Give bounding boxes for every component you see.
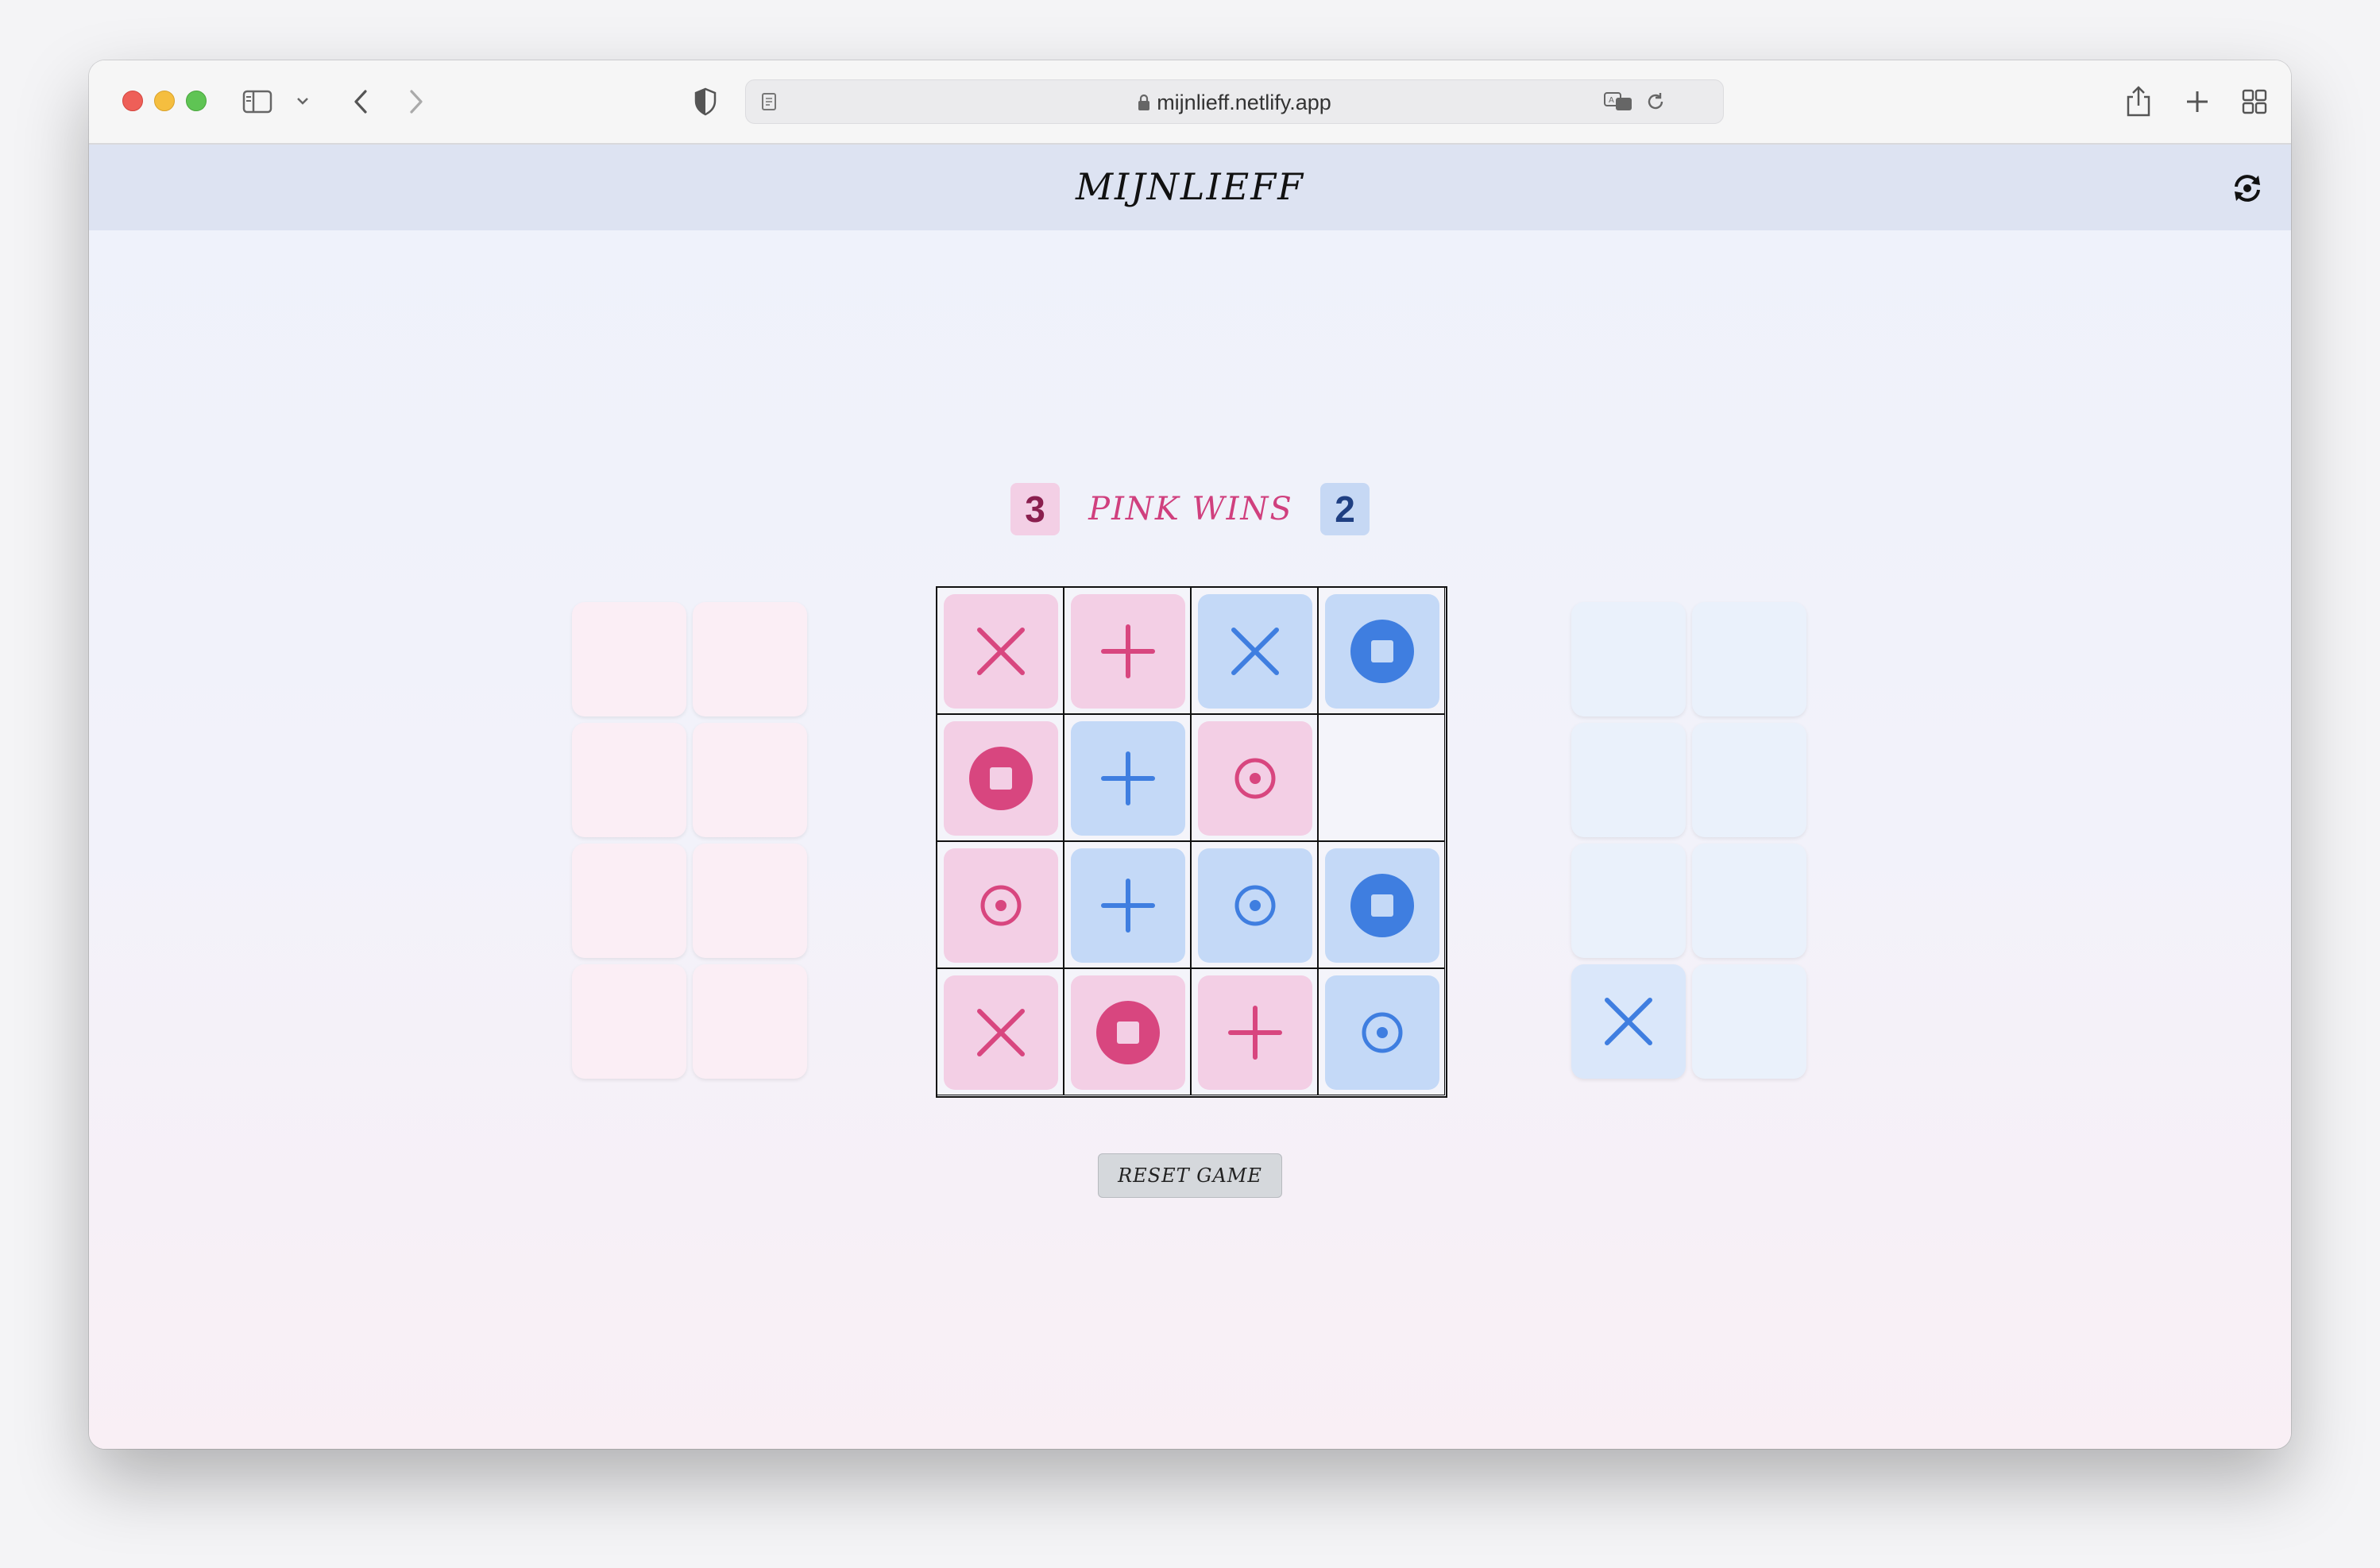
blue-piece [1071,848,1185,963]
puller-dot-icon [965,870,1037,941]
reset-game-button[interactable]: RESET GAME [1098,1153,1282,1198]
board-cell[interactable] [1318,714,1445,841]
blue-score-badge: 2 [1320,483,1370,535]
board-cell[interactable] [937,968,1064,1095]
address-bar[interactable]: mijnlieff.netlify.app A [745,79,1724,124]
pink-tray-slot[interactable] [693,964,807,1079]
board-cell[interactable] [1191,841,1318,968]
pink-tray-slot[interactable] [572,844,686,958]
blue-piece [1325,975,1439,1090]
sidebar-toggle-icon[interactable] [241,86,273,118]
app-title: MIJNLIEFF [1075,165,1305,208]
pink-piece-tray [572,602,807,1079]
browser-toolbar: mijnlieff.netlify.app A [89,60,2291,145]
blue-tray-slot[interactable] [1692,844,1806,958]
blue-piece [1325,594,1439,709]
tab-overview-icon[interactable] [2239,86,2270,118]
diagonal-x-icon [965,616,1037,687]
straight-plus-icon [1092,743,1164,814]
diagonal-x-icon [1593,986,1664,1057]
pink-piece [944,721,1058,836]
new-tab-icon[interactable] [2181,86,2213,118]
pink-piece [944,975,1058,1090]
board-cell[interactable] [1064,587,1191,714]
pink-piece [944,594,1058,709]
straight-plus-icon [1092,616,1164,687]
board-cell[interactable] [1191,714,1318,841]
pusher-square-icon [1346,870,1418,941]
app-header: MIJNLIEFF [89,145,2291,230]
blue-tray-piece[interactable] [1571,964,1686,1079]
pink-tray-slot[interactable] [693,723,807,837]
translate-icon[interactable]: A [1602,90,1634,114]
close-window-button[interactable] [122,91,143,111]
pink-piece [944,848,1058,963]
pink-tray-slot[interactable] [693,844,807,958]
game-status: 3 PINK WINS 2 [1010,483,1370,535]
blue-tray-slot[interactable] [1571,844,1686,958]
board-cell[interactable] [937,841,1064,968]
blue-tray-slot[interactable] [1571,602,1686,716]
puller-dot-icon [1219,870,1291,941]
puller-dot-icon [1219,743,1291,814]
blue-piece [1325,848,1439,963]
share-icon[interactable] [2123,83,2154,119]
pusher-square-icon [965,743,1037,814]
pink-tray-slot[interactable] [693,602,807,716]
blue-tray-slot[interactable] [1692,964,1806,1079]
straight-plus-icon [1092,870,1164,941]
blue-piece [1198,594,1312,709]
privacy-shield-icon[interactable] [690,86,721,118]
board-cell[interactable] [1191,968,1318,1095]
browser-window: mijnlieff.netlify.app A MIJNLIEFF 3 PINK… [89,60,2291,1449]
status-message: PINK WINS [1088,491,1293,527]
url-label: mijnlieff.netlify.app [1157,91,1331,114]
pink-piece [1071,594,1185,709]
board-cell[interactable] [1318,968,1445,1095]
board-cell[interactable] [937,714,1064,841]
pink-tray-slot[interactable] [572,602,686,716]
blue-tray-slot[interactable] [1571,723,1686,837]
reload-icon[interactable] [1644,90,1667,114]
board-cell[interactable] [1064,841,1191,968]
board-cell[interactable] [1064,968,1191,1095]
pink-tray-slot[interactable] [572,964,686,1079]
board-cell[interactable] [937,587,1064,714]
diagonal-x-icon [1219,616,1291,687]
lock-icon [1138,92,1150,117]
game-board [936,586,1447,1098]
board-cell[interactable] [1064,714,1191,841]
straight-plus-icon [1219,997,1291,1068]
chevron-down-icon[interactable] [292,91,313,111]
pusher-square-icon [1346,616,1418,687]
blue-tray-slot[interactable] [1692,723,1806,837]
minimize-window-button[interactable] [154,91,175,111]
zoom-window-button[interactable] [186,91,207,111]
board-cell[interactable] [1318,587,1445,714]
pink-piece [1071,975,1185,1090]
back-icon[interactable] [345,86,377,118]
url-text[interactable]: mijnlieff.netlify.app [746,91,1723,117]
pink-piece [1198,975,1312,1090]
board-cell[interactable] [1191,587,1318,714]
diagonal-x-icon [965,997,1037,1068]
blue-tray-slot[interactable] [1692,602,1806,716]
blue-piece [1198,848,1312,963]
rotate-board-icon[interactable] [2227,168,2267,208]
blue-piece [1071,721,1185,836]
pink-piece [1198,721,1312,836]
forward-icon[interactable] [400,86,432,118]
board-cell[interactable] [1318,841,1445,968]
pink-tray-slot[interactable] [572,723,686,837]
svg-text:A: A [1609,96,1614,105]
pusher-square-icon [1092,997,1164,1068]
pink-score-badge: 3 [1010,483,1060,535]
blue-piece-tray [1571,602,1806,1079]
puller-dot-icon [1346,997,1418,1068]
